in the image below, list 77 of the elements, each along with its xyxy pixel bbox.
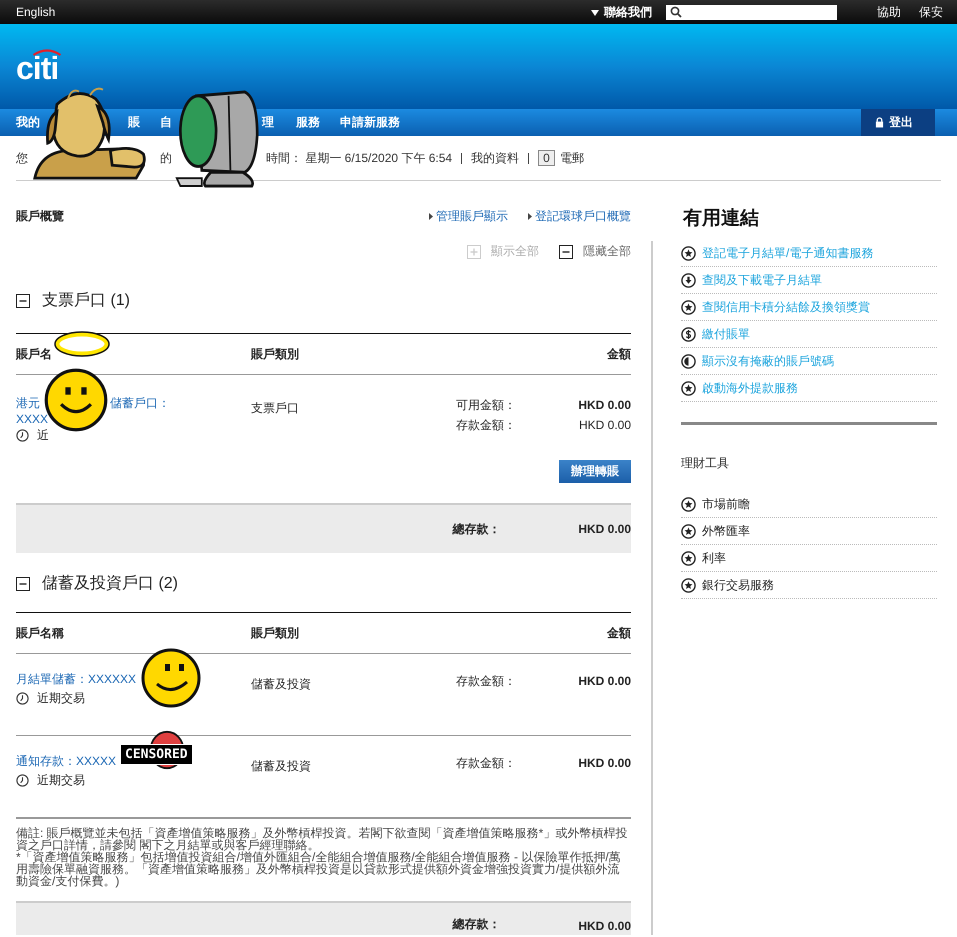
account-link[interactable]: 港元 — [16, 396, 40, 410]
contrast-icon — [681, 354, 696, 369]
clock-icon — [16, 692, 29, 705]
collapse-icon[interactable] — [16, 576, 30, 590]
search-field[interactable] — [666, 4, 837, 20]
nav-item[interactable]: 自 — [160, 114, 172, 131]
clock-icon — [16, 774, 29, 787]
download-icon — [681, 273, 696, 288]
section-title: 支票戶口 (1) — [42, 290, 130, 311]
useful-links-title: 有用連結 — [683, 207, 759, 231]
mail-count-badge: 0 — [538, 150, 555, 166]
collapse-icon[interactable] — [16, 294, 30, 308]
recent-transactions-link[interactable]: 近期交易 — [37, 772, 85, 789]
nav-item[interactable]: 賬 — [128, 114, 140, 131]
top-link[interactable]: 保安 — [919, 4, 943, 20]
column-header: 金額 — [606, 624, 631, 642]
censored-sticker: CENSORED — [120, 730, 216, 774]
total-value: HKD 0.00 — [578, 919, 631, 933]
column-header: 賬戶名 — [16, 346, 53, 362]
amount-value: HKD 0.00 — [578, 755, 631, 772]
toggle-all-button[interactable]: 隱藏全部 — [559, 243, 631, 260]
minus-icon — [559, 244, 573, 258]
account-type: 儲蓄及投資 — [251, 759, 311, 773]
account-type: 支票戶口 — [251, 401, 299, 415]
account-link[interactable]: 月結單儲蓄：XXXXXX — [16, 672, 136, 686]
lock-icon — [875, 117, 884, 128]
nav-item[interactable]: 理 — [262, 114, 274, 131]
account-type: 儲蓄及投資 — [251, 677, 311, 691]
top-link[interactable]: 協助 — [877, 4, 901, 20]
plus-icon — [467, 244, 481, 258]
logout-button[interactable]: 登出 — [861, 109, 935, 136]
account-link[interactable]: 通知存款：XXXXX — [16, 754, 116, 768]
dollar-icon — [681, 327, 696, 342]
account-number[interactable]: XXXX — [16, 412, 251, 426]
recent-transactions-link[interactable]: 近期交易 — [37, 690, 85, 707]
account-link[interactable]: 儲蓄戶口： — [110, 396, 170, 410]
column-header: 金額 — [606, 346, 631, 362]
overview-title: 賬戶概覽 — [16, 208, 64, 225]
tool-link[interactable]: 利率 — [702, 550, 726, 567]
overview-link[interactable]: 登記環球戶口概覽 — [528, 208, 631, 225]
tool-link[interactable]: 市場前瞻 — [702, 496, 750, 513]
overview-link[interactable]: 管理賬戶顯示 — [429, 208, 508, 225]
tool-link[interactable]: 外幣匯率 — [702, 523, 750, 540]
profile-link[interactable]: 我的資料 — [471, 150, 520, 166]
search-icon — [670, 6, 682, 18]
amount-label: 存款金額： — [456, 755, 516, 772]
greeting-text: 的 — [160, 150, 172, 166]
nav-item[interactable]: 服務 — [296, 114, 320, 131]
column-header: 賬戶名稱 — [16, 624, 65, 642]
language-link[interactable]: English — [16, 5, 56, 19]
nav-item[interactable]: 我的 — [16, 114, 40, 131]
amount-label: 存款金額： — [456, 673, 516, 690]
recent-transactions-link[interactable]: 近 — [37, 427, 49, 444]
amount-value: HKD 0.00 — [578, 417, 631, 434]
column-header: 賬戶類別 — [251, 624, 300, 642]
login-time: 時間： 星期一 6/15/2020 下午 6:54 — [266, 150, 452, 166]
caret-icon — [591, 10, 599, 16]
total-label: 總存款： — [452, 520, 500, 538]
clock-icon — [16, 429, 29, 442]
caret-icon — [429, 213, 433, 220]
mail-link[interactable]: 電郵 — [560, 150, 584, 166]
tool-link[interactable]: 銀行交易服務 — [702, 577, 774, 594]
amount-value: HKD 0.00 — [578, 397, 631, 414]
greeting-text: 您 — [16, 150, 28, 166]
column-header: 賬戶類別 — [251, 346, 300, 362]
caret-icon — [528, 213, 532, 220]
tools-title: 理財工具 — [681, 455, 730, 472]
amount-label: 存款金額： — [456, 417, 516, 434]
nav-item[interactable]: 申請新服務 — [340, 114, 400, 131]
logo[interactable]: citi — [16, 52, 58, 84]
total-label: 總存款： — [452, 916, 500, 933]
transfer-button[interactable]: 辦理轉賬 — [559, 460, 631, 483]
amount-label: 可用金額： — [456, 397, 516, 414]
amount-value: HKD 0.00 — [578, 673, 631, 690]
section-title: 儲蓄及投資戶口 (2) — [42, 574, 178, 594]
total-value: HKD 0.00 — [578, 522, 631, 536]
contact-link[interactable]: 聯絡我們 — [591, 4, 652, 20]
